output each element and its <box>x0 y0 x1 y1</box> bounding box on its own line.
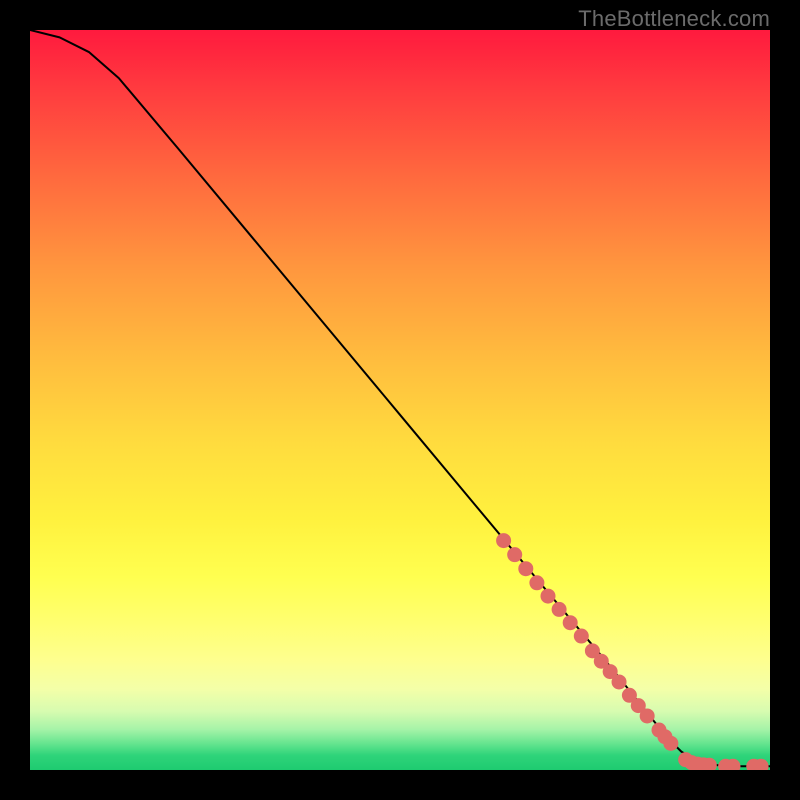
data-point <box>541 589 556 604</box>
data-point <box>496 533 511 548</box>
chart-svg <box>30 30 770 770</box>
data-point <box>574 629 589 644</box>
chart-frame: TheBottleneck.com <box>0 0 800 800</box>
data-point <box>563 615 578 630</box>
watermark-text: TheBottleneck.com <box>578 6 770 32</box>
data-point <box>518 561 533 576</box>
data-point <box>552 602 567 617</box>
data-point <box>612 674 627 689</box>
plot-area <box>30 30 770 770</box>
data-point <box>529 575 544 590</box>
bottleneck-curve <box>30 30 770 766</box>
data-point <box>663 736 678 751</box>
marker-layer <box>496 533 769 770</box>
curve-layer <box>30 30 770 766</box>
data-point <box>507 547 522 562</box>
data-point <box>640 708 655 723</box>
